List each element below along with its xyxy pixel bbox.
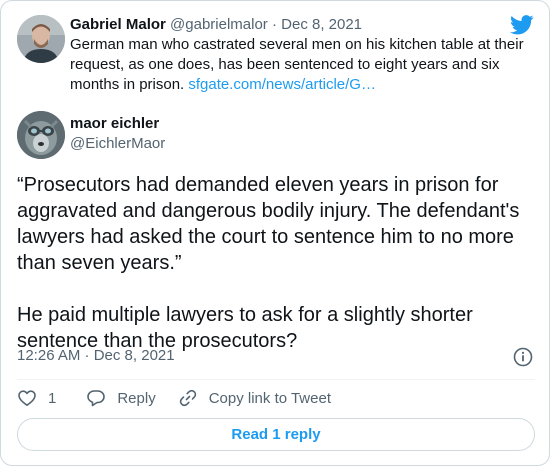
quoted-date[interactable]: Dec 8, 2021 [281, 16, 362, 33]
avatar-photo-icon [17, 111, 65, 159]
like-count: 1 [48, 389, 57, 407]
copy-link-label: Copy link to Tweet [208, 389, 331, 407]
copy-link-button[interactable]: Copy link to Tweet [178, 388, 331, 408]
read-replies-button[interactable]: Read 1 reply [17, 418, 535, 451]
reply-button[interactable]: Reply [86, 388, 156, 408]
quoted-author-handle[interactable]: @gabrielmalor [170, 16, 268, 33]
quoted-tweet-header: Gabriel Malor @gabrielmalor · Dec 8, 202… [70, 15, 530, 35]
reply-label: Reply [117, 389, 156, 407]
heart-icon [18, 390, 36, 406]
tweet-actions: 1 Reply Copy link to Tweet [17, 387, 331, 409]
info-icon[interactable] [513, 347, 533, 367]
quoted-author-name[interactable]: Gabriel Malor [70, 16, 166, 33]
speech-bubble-icon [87, 390, 106, 407]
quoted-article-link[interactable]: sfgate.com/news/article/G… [188, 76, 376, 93]
tweet-text: “Prosecutors had demanded eleven years i… [17, 174, 520, 352]
like-button[interactable]: 1 [17, 388, 56, 408]
quoted-author-avatar[interactable] [17, 15, 65, 63]
tweet-timestamp[interactable]: 12:26 AM · Dec 8, 2021 [17, 347, 175, 364]
quoted-separator: · [271, 16, 277, 33]
quoted-tweet-text-block: German man who castrated several men on … [70, 35, 530, 95]
quoted-tweet-body: Gabriel Malor @gabrielmalor · Dec 8, 202… [70, 15, 530, 95]
tweet-card: Gabriel Malor @gabrielmalor · Dec 8, 202… [0, 0, 550, 466]
author-avatar[interactable] [17, 111, 65, 159]
author-handle[interactable]: @EichlerMaor [70, 135, 165, 152]
author-name[interactable]: maor eichler [70, 115, 159, 132]
avatar-photo-icon [17, 15, 65, 63]
divider [17, 379, 535, 380]
link-icon [179, 389, 196, 407]
